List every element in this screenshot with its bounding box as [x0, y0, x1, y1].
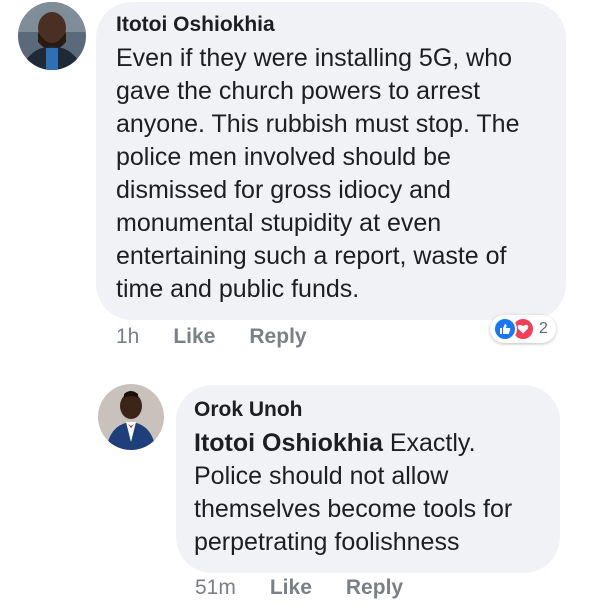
comment-text: Even if they were installing 5G, who gav… — [116, 44, 520, 303]
comment-reply-button[interactable]: Reply — [249, 325, 306, 349]
reply-mention-link[interactable]: Itotoi Oshiokhia — [194, 429, 383, 457]
comment-like-button[interactable]: Like — [173, 325, 215, 349]
reaction-count: 2 — [539, 320, 548, 337]
reply-author-avatar[interactable] — [98, 384, 164, 450]
like-icon — [493, 317, 517, 341]
comment-reactions[interactable]: 2 — [490, 315, 556, 343]
comment-actions: 1h Like Reply — [116, 325, 341, 349]
reply-author-name[interactable]: Orok Unoh — [194, 397, 540, 423]
reply-like-button[interactable]: Like — [270, 576, 312, 600]
comment-timestamp[interactable]: 1h — [116, 325, 139, 349]
reply-text: Itotoi Oshiokhia Exactly. Police should … — [194, 427, 540, 559]
comment-bubble: Itotoi Oshiokhia Even if they were insta… — [96, 2, 566, 320]
comment-author-avatar[interactable] — [18, 2, 86, 70]
comment-author-name[interactable]: Itotoi Oshiokhia — [116, 12, 546, 38]
reply-reply-button[interactable]: Reply — [346, 576, 403, 600]
reply-bubble: Orok Unoh Itotoi Oshiokhia Exactly. Poli… — [176, 385, 560, 573]
reply-timestamp[interactable]: 51m — [195, 576, 236, 600]
reply-actions: 51m Like Reply — [195, 576, 437, 600]
